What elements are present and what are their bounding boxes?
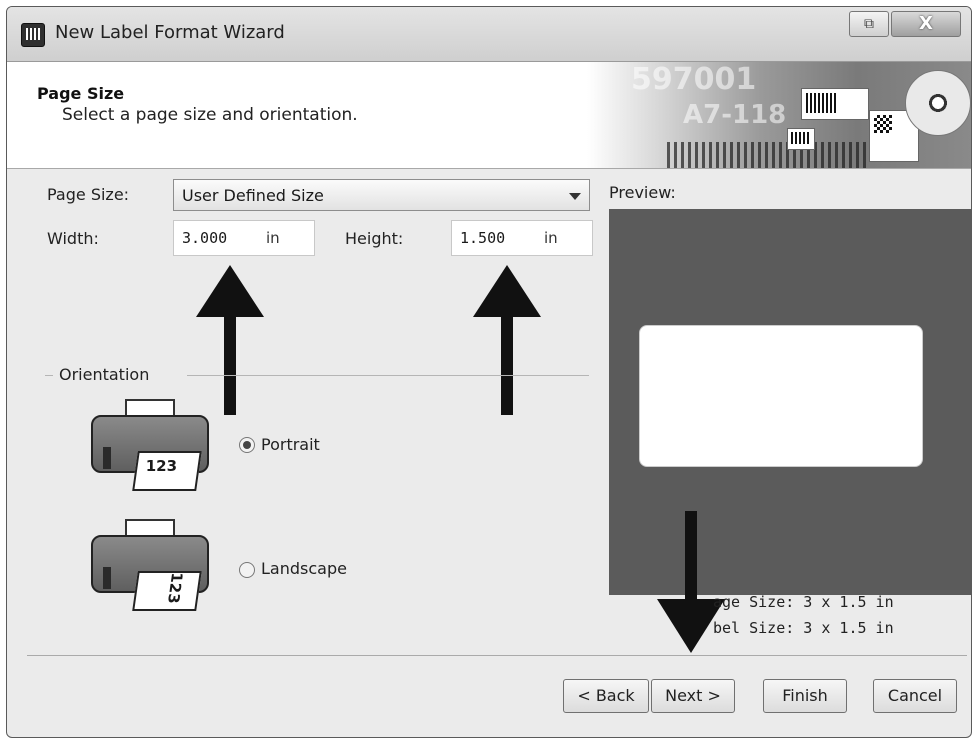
printer-landscape-icon: 123 [91, 519, 209, 611]
orientation-divider-right [187, 375, 589, 376]
height-input[interactable]: 1.500 in [451, 220, 593, 256]
width-value: 3.000 [182, 229, 228, 247]
printer-portrait-icon: 123 [91, 399, 209, 491]
landscape-radio[interactable] [239, 562, 255, 578]
banner-label-card-2 [787, 128, 815, 150]
preview-label: Preview: [609, 183, 676, 202]
height-unit: in [544, 229, 558, 247]
finish-button[interactable]: Finish [763, 679, 847, 713]
close-button[interactable]: X [891, 11, 961, 37]
label-size-readout: bel Size: 3 x 1.5 in [713, 619, 894, 637]
width-input[interactable]: 3.000 in [173, 220, 315, 256]
back-button[interactable]: < Back [563, 679, 649, 713]
app-barcode-icon [21, 23, 45, 47]
preview-label-shape [639, 325, 923, 467]
title-bar[interactable]: New Label Format Wizard ⧉ X [7, 7, 971, 62]
landscape-label[interactable]: Landscape [261, 559, 347, 578]
banner-number-1: 597001 [631, 62, 757, 97]
page-size-label: Page Size: [47, 185, 130, 204]
chevron-down-icon [569, 193, 581, 200]
annotation-arrow-down-next [657, 511, 725, 653]
banner-disc-icon [905, 70, 971, 136]
restore-button[interactable]: ⧉ [849, 11, 889, 37]
orientation-label: Orientation [59, 365, 150, 384]
banner-number-2: A7-118 [683, 100, 787, 130]
wizard-window: New Label Format Wizard ⧉ X Page Size Se… [6, 6, 972, 738]
header-banner-graphic: 597001 A7-118 [587, 62, 971, 168]
portrait-label[interactable]: Portrait [261, 435, 320, 454]
annotation-arrow-up-width [196, 265, 264, 415]
cancel-button[interactable]: Cancel [873, 679, 957, 713]
next-button[interactable]: Next > [651, 679, 735, 713]
page-size-dropdown[interactable]: User Defined Size [173, 179, 590, 211]
annotation-arrow-up-height [473, 265, 541, 415]
height-value: 1.500 [460, 229, 506, 247]
width-unit: in [266, 229, 280, 247]
page-title: Page Size [37, 84, 125, 103]
orientation-divider-left [45, 375, 53, 376]
banner-barcode-stripes [667, 142, 867, 168]
wizard-header: Page Size Select a page size and orienta… [7, 62, 971, 169]
page-size-readout: age Size: 3 x 1.5 in [713, 593, 894, 611]
width-label: Width: [47, 229, 99, 248]
height-label: Height: [345, 229, 404, 248]
portrait-radio[interactable] [239, 437, 255, 453]
window-title: New Label Format Wizard [55, 22, 285, 43]
footer-divider [27, 655, 967, 656]
banner-label-card-1 [801, 88, 869, 120]
page-size-value: User Defined Size [182, 186, 324, 205]
page-subtitle: Select a page size and orientation. [62, 105, 358, 125]
